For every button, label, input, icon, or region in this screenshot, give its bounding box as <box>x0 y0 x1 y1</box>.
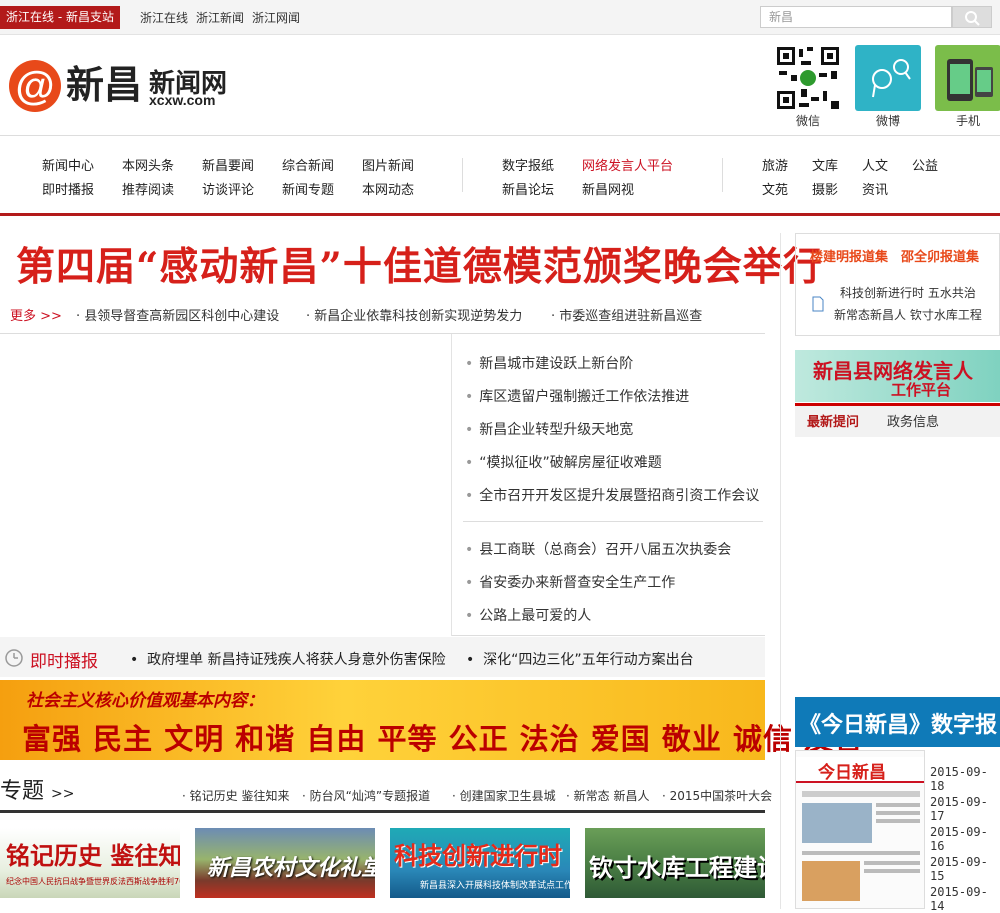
top-link-zjwangwen[interactable]: 浙江网闻 <box>252 9 300 26</box>
search-button[interactable] <box>952 6 992 28</box>
tab-latest-questions[interactable]: 最新提问 <box>807 411 859 430</box>
news-list-item[interactable]: 省安委办来新督查安全生产工作 <box>465 572 675 592</box>
nav-topics[interactable]: 新闻专题 <box>282 179 334 198</box>
paper-date-link[interactable]: 2015-09-16 <box>930 825 1000 853</box>
nav-general-news[interactable]: 综合新闻 <box>282 155 334 174</box>
nav-interviews[interactable]: 访谈评论 <box>202 179 254 198</box>
special-thumb[interactable]: 钦寸水库工程建设 <box>585 828 765 898</box>
nav-info[interactable]: 资讯 <box>862 179 888 198</box>
nav-news-center[interactable]: 新闻中心 <box>42 155 94 174</box>
clock-icon <box>5 649 23 667</box>
top-link-zjol[interactable]: 浙江在线 <box>140 9 188 26</box>
nav-charity[interactable]: 公益 <box>912 155 938 174</box>
nav-forum[interactable]: 新昌论坛 <box>502 179 554 198</box>
weibo-icon <box>872 59 911 98</box>
photo-slideshow[interactable] <box>0 334 452 636</box>
special-thumb[interactable]: 铭记历史 鉴往知来 纪念中国人民抗日战争暨世界反法西斯战争胜利70周年 <box>0 828 180 898</box>
nav-photo-news[interactable]: 图片新闻 <box>362 155 414 174</box>
logo-domain: xcxw.com <box>149 92 216 108</box>
news-list-item[interactable]: “模拟征收”破解房屋征收难题 <box>465 452 662 472</box>
special-thumb[interactable]: 科技创新进行时 新昌县深入开展科技体制改革试点工作 <box>390 828 570 898</box>
specials-rule <box>0 810 765 813</box>
wechat-label: 微信 <box>795 114 820 128</box>
breaking-item[interactable]: • 深化“四边三化”五年行动方案出台 <box>466 649 694 669</box>
newspaper-preview[interactable]: 今日新昌 <box>795 750 925 909</box>
news-list-item[interactable]: 公路上最可爱的人 <box>465 605 591 625</box>
wechat-qr-code[interactable] <box>775 45 841 111</box>
special-link[interactable]: · 2015中国茶叶大会 <box>662 787 772 804</box>
nav-site-news[interactable]: 本网动态 <box>362 179 414 198</box>
news-list-item[interactable]: 库区遗留户强制搬迁工作依法推进 <box>465 386 689 406</box>
special-link[interactable]: · 防台风“灿鸿”专题报道 <box>302 787 430 804</box>
report-link-shaoquanmao[interactable]: 邵全卯报道集 <box>901 246 979 265</box>
spokesperson-platform-banner[interactable]: 新昌县网络发言人 工作平台 <box>795 350 1000 402</box>
digital-paper-banner[interactable]: 《今日新昌》数字报 <box>795 697 1000 747</box>
news-list-item[interactable]: 新昌城市建设跃上新台阶 <box>465 353 633 373</box>
core-values-title: 社会主义核心价值观基本内容： <box>26 691 264 711</box>
mobile-label: 手机 <box>955 114 980 128</box>
nav-recommended[interactable]: 推荐阅读 <box>122 179 174 198</box>
weibo-label: 微博 <box>875 114 900 128</box>
breaking-title: 即时播报 <box>30 652 98 672</box>
specials-title: 专题 >> <box>0 779 75 804</box>
news-list-item[interactable]: 全市召开开发区提升发展暨招商引资工作会议 <box>465 485 759 505</box>
nav-digital-paper[interactable]: 数字报纸 <box>502 155 554 174</box>
core-values-banner[interactable]: 社会主义核心价值观基本内容： 富强 民主 文明 和谐 自由 平等 公正 法治 爱… <box>0 680 863 760</box>
nav-headlines[interactable]: 本网头条 <box>122 155 174 174</box>
breaking-news-bar: 即时播报 • 政府埋单 新昌持证残疾人将获人身意外伤害保险 • 深化“四边三化”… <box>0 637 765 677</box>
sub-headline[interactable]: · 新昌企业依靠科技创新实现逆势发力 <box>306 305 522 324</box>
top-bar: 浙江在线 - 新昌支站 浙江在线 浙江新闻 浙江网闻 新昌 <box>0 0 1000 35</box>
search-input[interactable]: 新昌 <box>760 6 952 28</box>
top-headline[interactable]: 第四届“感动新昌”十佳道德模范颁奖晚会举行 <box>16 236 822 292</box>
question-tabs: 最新提问 政务信息 <box>795 403 1000 437</box>
special-link[interactable]: · 铭记历史 鉴往知来 <box>182 787 289 804</box>
breaking-item[interactable]: • 政府埋单 新昌持证残疾人将获人身意外伤害保险 <box>130 649 446 669</box>
sub-headline[interactable]: · 市委巡查组进驻新昌巡查 <box>551 305 702 324</box>
more-link[interactable]: 更多 >> <box>10 305 62 324</box>
topic-links-line-2[interactable]: 新常态新昌人 钦寸水库工程 <box>834 306 982 323</box>
site-logo[interactable]: @ 新昌 新闻网 xcxw.com <box>6 50 251 116</box>
mobile-app-button[interactable] <box>935 45 1000 111</box>
logo-brush-text: 新昌 <box>66 62 142 107</box>
main-nav <box>0 135 1000 216</box>
top-link-zjnews[interactable]: 浙江新闻 <box>196 9 244 26</box>
paper-date-link[interactable]: 2015-09-17 <box>930 795 1000 823</box>
reports-box: 楼建明报道集 邵全卯报道集 科技创新进行时 五水共治 新常态新昌人 钦寸水库工程 <box>795 233 1000 336</box>
report-link-loujianming[interactable]: 楼建明报道集 <box>810 246 888 265</box>
tab-government-info[interactable]: 政务信息 <box>887 411 939 430</box>
nav-spokesperson-platform[interactable]: 网络发言人平台 <box>582 155 673 174</box>
nav-divider <box>722 158 723 192</box>
svg-text:@: @ <box>15 64 54 108</box>
list-divider <box>463 521 763 522</box>
nav-library[interactable]: 文库 <box>812 155 838 174</box>
special-link[interactable]: · 新常态 新昌人 <box>566 787 649 804</box>
nav-xinchang-news[interactable]: 新昌要闻 <box>202 155 254 174</box>
news-list-item[interactable]: 县工商联（总商会）召开八届五次执委会 <box>465 539 731 559</box>
search-icon <box>965 11 980 26</box>
topic-links-line-1[interactable]: 科技创新进行时 五水共治 <box>840 284 976 301</box>
nav-humanities[interactable]: 人文 <box>862 155 888 174</box>
nav-breaking[interactable]: 即时播报 <box>42 179 94 198</box>
nav-travel[interactable]: 旅游 <box>762 155 788 174</box>
mobile-phone-icon <box>947 59 993 101</box>
special-link[interactable]: · 创建国家卫生县城 <box>452 787 556 804</box>
core-values-line: 富强 民主 文明 和谐 自由 平等 公正 法治 爱国 敬业 诚信 友善 <box>22 722 865 756</box>
column-divider <box>780 233 781 909</box>
news-list-item[interactable]: 新昌企业转型升级天地宽 <box>465 419 633 439</box>
special-thumb[interactable]: 新昌农村文化礼堂 <box>195 828 375 898</box>
paper-date-link[interactable]: 2015-09-15 <box>930 855 1000 883</box>
sub-headline[interactable]: · 县领导督查高新园区科创中心建设 <box>76 305 279 324</box>
document-icon <box>812 296 824 312</box>
qr-code-icon <box>775 45 841 111</box>
nav-video[interactable]: 新昌网视 <box>582 179 634 198</box>
weibo-app-button[interactable] <box>855 45 921 111</box>
nav-divider <box>462 158 463 192</box>
nav-photography[interactable]: 摄影 <box>812 179 838 198</box>
site-label[interactable]: 浙江在线 - 新昌支站 <box>0 6 120 29</box>
paper-date-link[interactable]: 2015-09-18 <box>930 765 1000 793</box>
nav-literature[interactable]: 文苑 <box>762 179 788 198</box>
